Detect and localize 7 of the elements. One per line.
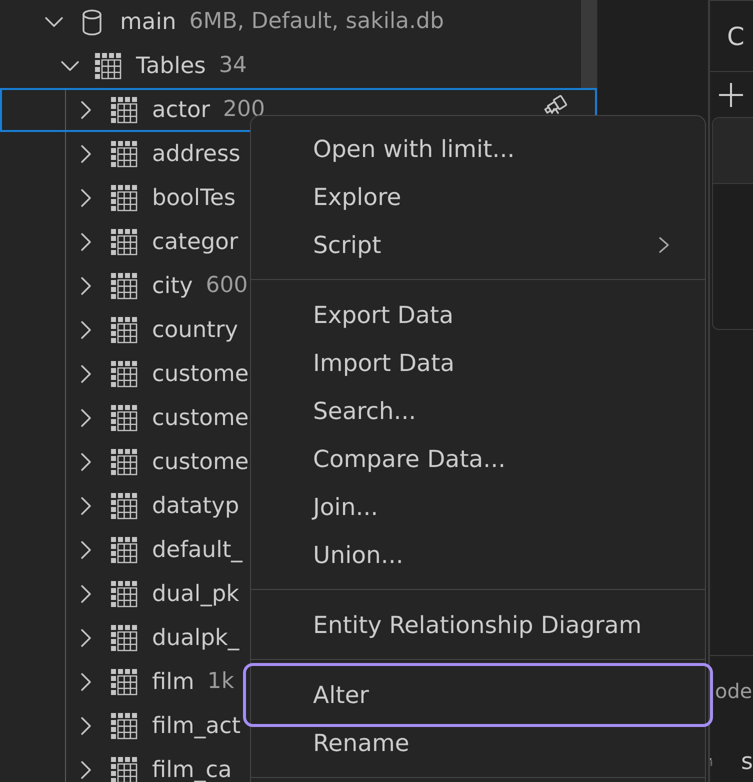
item-details: 600 bbox=[206, 275, 248, 297]
section-label: ode bbox=[714, 678, 753, 705]
item-details: 200 bbox=[223, 99, 265, 121]
item-details: 1k bbox=[207, 671, 234, 693]
panel-title: C bbox=[727, 22, 744, 50]
item-details: 6MB, Default, sakila.db bbox=[189, 11, 444, 33]
item-details: 34 bbox=[218, 55, 247, 77]
